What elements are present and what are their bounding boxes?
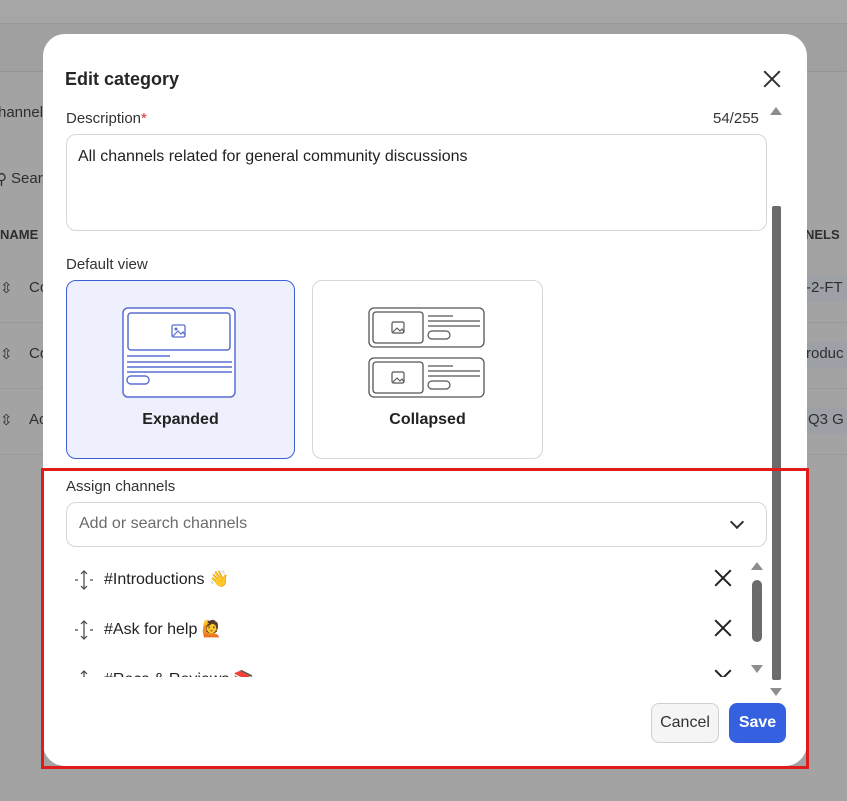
required-mark: * xyxy=(141,110,147,127)
save-button[interactable]: Save xyxy=(729,703,786,743)
background-col-name: NAME xyxy=(0,227,39,242)
scroll-up-arrow-icon[interactable] xyxy=(770,107,782,115)
default-view-label: Default view xyxy=(66,256,148,273)
description-label-text: Description xyxy=(66,110,142,127)
drag-handle-icon[interactable] xyxy=(74,569,94,591)
edit-category-modal: Edit category Description* 54/255 All ch… xyxy=(43,34,807,766)
assigned-channel-list: #Introductions 👋 #Ask for help 🙋 # xyxy=(66,559,786,677)
description-textarea[interactable]: All channels related for general communi… xyxy=(66,134,767,231)
view-option-collapsed[interactable]: Collapsed xyxy=(312,280,543,459)
remove-channel-icon[interactable] xyxy=(712,567,734,589)
list-item: #Ask for help 🙋 xyxy=(66,615,746,645)
background-row-channels: Q3 G xyxy=(808,411,844,428)
background-col-channels: NELS xyxy=(805,227,840,242)
collapsed-label: Collapsed xyxy=(389,411,466,428)
assign-channels-label: Assign channels xyxy=(66,478,176,495)
background-topbar xyxy=(0,0,847,24)
cancel-button[interactable]: Cancel xyxy=(651,703,719,743)
channel-name: #Introductions 👋 xyxy=(104,571,229,588)
background-row-channels: roduc xyxy=(806,345,844,362)
background-search-icon: ⚲ xyxy=(0,171,7,188)
background-search-text: Sear xyxy=(11,170,43,187)
background-drag-icon: ⇳ xyxy=(0,346,13,363)
modal-title: Edit category xyxy=(65,69,180,89)
list-item: #Recs & Reviews 📚 xyxy=(66,665,746,677)
close-icon[interactable] xyxy=(761,68,783,90)
expanded-label: Expanded xyxy=(142,411,219,428)
remove-channel-icon[interactable] xyxy=(712,667,734,677)
channel-name: #Ask for help 🙋 xyxy=(104,621,222,638)
description-label: Description* xyxy=(66,110,147,127)
character-counter: 54/255 xyxy=(713,110,759,127)
channel-search-input[interactable]: Add or search channels xyxy=(66,502,767,547)
scroll-down-arrow-icon[interactable] xyxy=(770,688,782,696)
collapsed-layout-icon xyxy=(368,307,485,398)
background-row-channels: -2-FT xyxy=(806,279,843,296)
chevron-down-icon[interactable] xyxy=(729,514,745,530)
drag-handle-icon[interactable] xyxy=(74,669,94,677)
description-value: All channels related for general communi… xyxy=(78,148,468,165)
list-scrollbar-thumb[interactable] xyxy=(752,580,762,642)
list-item: #Introductions 👋 xyxy=(66,565,746,595)
background-drag-icon: ⇳ xyxy=(0,412,13,429)
channel-search-placeholder: Add or search channels xyxy=(79,515,248,532)
expanded-layout-icon xyxy=(122,307,236,398)
drag-handle-icon[interactable] xyxy=(74,619,94,641)
remove-channel-icon[interactable] xyxy=(712,617,734,639)
background-drag-icon: ⇳ xyxy=(0,280,13,297)
channel-name: #Recs & Reviews 📚 xyxy=(104,669,254,677)
list-scroll-down-icon[interactable] xyxy=(751,665,763,673)
list-scroll-up-icon[interactable] xyxy=(751,562,763,570)
view-option-expanded[interactable]: Expanded xyxy=(66,280,295,459)
